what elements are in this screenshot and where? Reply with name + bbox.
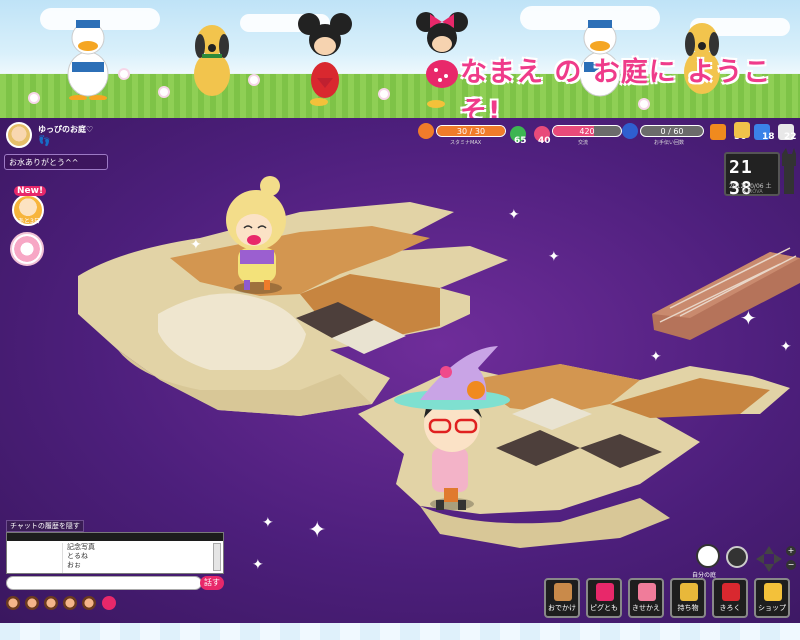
emote-icon[interactable] bbox=[44, 596, 58, 610]
owner-avatar[interactable] bbox=[6, 122, 32, 148]
emote-icon[interactable] bbox=[6, 596, 20, 610]
friendship-value: 420 bbox=[579, 127, 595, 136]
music-icon[interactable] bbox=[102, 596, 116, 610]
flower bbox=[380, 90, 388, 98]
chat-message: とるね bbox=[67, 552, 88, 560]
menu-label: 持ち物 bbox=[677, 604, 699, 612]
chat-message: おぉ bbox=[67, 561, 81, 569]
stamina-value: 30 / 30 bbox=[456, 127, 486, 136]
chat-log-header bbox=[7, 533, 223, 541]
pink-heart-count: 40 bbox=[538, 136, 551, 146]
bag-icon bbox=[680, 583, 698, 601]
dress-icon bbox=[638, 583, 656, 601]
sparkle-icon: ✦ bbox=[308, 518, 327, 543]
white-item-count: 22 bbox=[784, 132, 797, 142]
chat-scrollbar[interactable] bbox=[213, 543, 221, 571]
clock-widget: 21 38 2012/10/06 土 KUROVA bbox=[724, 152, 780, 199]
flower bbox=[30, 94, 38, 102]
flower bbox=[120, 70, 128, 78]
pencil-icon bbox=[722, 583, 740, 601]
shop-button[interactable]: ショップ bbox=[754, 578, 790, 618]
bomb-icon bbox=[622, 123, 638, 139]
heart-icon bbox=[418, 123, 434, 139]
emote-icon[interactable] bbox=[63, 596, 77, 610]
shop-icon bbox=[764, 583, 782, 601]
chat-messages: 記念写真 とるね おぉ bbox=[67, 543, 95, 570]
pigg-friends-button[interactable]: ピグとも bbox=[586, 578, 622, 618]
footprints-icon[interactable]: 👣 bbox=[38, 136, 50, 147]
welcome-text: なまえ の お庭に ようこそ! bbox=[460, 57, 772, 118]
stamina-label: スタミナMAX bbox=[450, 140, 482, 146]
zoom-out-button[interactable]: − bbox=[786, 560, 796, 570]
my-garden-button[interactable] bbox=[696, 544, 720, 568]
sparkle-icon: ✦ bbox=[548, 249, 560, 265]
friendship-label: 交流 bbox=[578, 140, 589, 146]
door-icon bbox=[554, 583, 572, 601]
footer-strip bbox=[0, 623, 800, 640]
belongings-button[interactable]: 持ち物 bbox=[670, 578, 706, 618]
menu-label: ショップ bbox=[758, 604, 786, 612]
dpad-control[interactable] bbox=[756, 546, 782, 572]
menu-label: おでかけ bbox=[548, 604, 576, 612]
help-label: お手伝い回数 bbox=[654, 140, 685, 146]
sparkle-icon: ✦ bbox=[650, 349, 662, 365]
sparkle-icon: ✦ bbox=[190, 237, 202, 253]
sparkle-icon: ✦ bbox=[252, 557, 264, 573]
green-gem-count: 65 bbox=[514, 136, 527, 146]
help-bar: 0 / 60 bbox=[640, 125, 704, 137]
menu-label: ピグとも bbox=[590, 604, 618, 612]
dress-up-button[interactable]: きせかえ bbox=[628, 578, 664, 618]
sparkle-icon: ✦ bbox=[780, 339, 792, 355]
flower bbox=[160, 88, 168, 96]
welcome-banner: なまえ の お庭に ようこそ! bbox=[0, 0, 800, 118]
mickey-mouse-icon bbox=[298, 13, 352, 106]
friends-icon bbox=[596, 583, 614, 601]
cat-icon bbox=[782, 148, 796, 194]
brick-path bbox=[652, 247, 800, 340]
friendship-bar: 420 bbox=[552, 125, 622, 137]
sparkle-icon: ✦ bbox=[740, 306, 757, 330]
chat-log: 記念写真 とるね おぉ bbox=[6, 532, 224, 574]
new-item-button[interactable]: New! あと3日 bbox=[10, 186, 47, 228]
emote-icon[interactable] bbox=[82, 596, 96, 610]
garden-title: ゆっぴのお庭♡ bbox=[38, 125, 94, 134]
pluto-icon bbox=[194, 25, 230, 96]
donald-duck-icon bbox=[67, 20, 109, 100]
hide-chat-history-button[interactable]: チャットの履歴を隠す bbox=[6, 520, 84, 532]
new-badge: New! bbox=[14, 186, 47, 196]
go-out-button[interactable]: おでかけ bbox=[544, 578, 580, 618]
orange-item-icon bbox=[710, 124, 726, 140]
days-left-label: あと3日 bbox=[18, 218, 40, 225]
owner-chat-bubble: お水ありがとう^^ bbox=[4, 154, 108, 170]
flower bbox=[250, 76, 258, 84]
menu-label: きろく bbox=[719, 604, 741, 612]
chat-input[interactable] bbox=[6, 576, 202, 590]
zoom-in-button[interactable]: + bbox=[786, 546, 796, 556]
chat-names-column bbox=[9, 543, 63, 573]
sparkle-icon: ✦ bbox=[262, 515, 274, 531]
emote-icon[interactable] bbox=[25, 596, 39, 610]
camera-icon[interactable] bbox=[726, 546, 748, 568]
sparkle-icon: ✦ bbox=[508, 207, 520, 223]
status-bar: 30 / 30 スタミナMAX 65 40 420 交流 0 / 60 お手伝い… bbox=[418, 122, 798, 150]
blue-item-count: 18 bbox=[762, 132, 775, 142]
yellow-item-icon bbox=[734, 122, 750, 138]
talk-button[interactable]: 話す bbox=[200, 576, 224, 590]
garden-view[interactable]: ✦ ✦ ✦ ✦ ✦ ✦ ✦ ✦ ✦ ゆっぴのお庭♡ 👣 お水ありがとう^^ Ne… bbox=[0, 118, 800, 623]
clock-brand: KUROVA bbox=[742, 189, 763, 195]
record-button[interactable]: きろく bbox=[712, 578, 748, 618]
menu-label: きせかえ bbox=[632, 604, 660, 612]
sweets-event-button[interactable] bbox=[10, 232, 44, 266]
chat-message: 記念写真 bbox=[67, 543, 95, 551]
stamina-bar: 30 / 30 bbox=[436, 125, 506, 137]
help-value: 0 / 60 bbox=[660, 127, 684, 136]
